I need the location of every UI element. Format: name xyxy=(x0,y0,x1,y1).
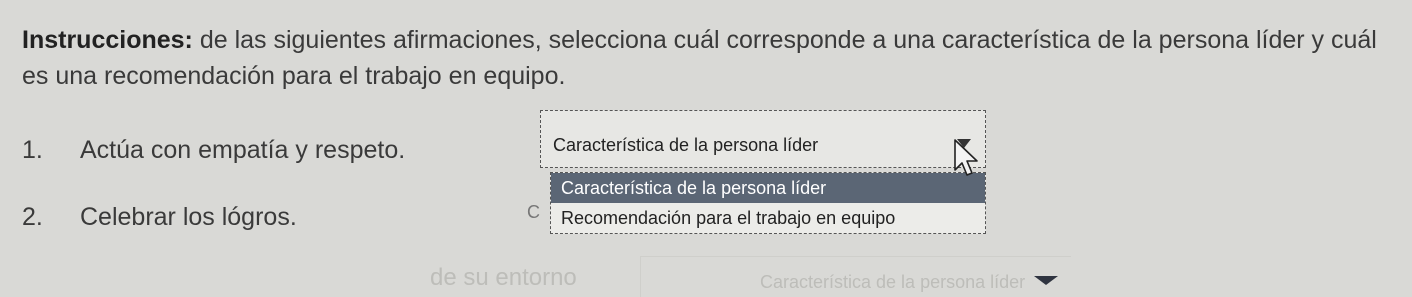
faded-text: de su entorno xyxy=(430,264,577,291)
answer-select-1[interactable]: Característica de la persona líder xyxy=(540,110,986,168)
select-value: Característica de la persona líder xyxy=(553,135,819,155)
select-2-partial-label[interactable]: C xyxy=(527,202,540,223)
instructions-label: Instrucciones: xyxy=(22,26,193,54)
dropdown-list[interactable]: Característica de la persona líder Recom… xyxy=(550,172,986,234)
triangle-down-icon[interactable] xyxy=(1034,276,1058,285)
instructions-text: de las siguientes afirmaciones, seleccio… xyxy=(22,26,1377,90)
question-text: Celebrar los lógros. xyxy=(80,203,297,231)
option-recomendacion[interactable]: Recomendación para el trabajo en equipo xyxy=(551,203,985,233)
question-1: 1. Actúa con empatía y respeto. xyxy=(22,136,405,165)
faded-select-value: Característica de la persona líder xyxy=(760,272,1026,292)
option-caracteristica[interactable]: Característica de la persona líder xyxy=(551,173,985,203)
instructions: Instrucciones: de las siguientes afirmac… xyxy=(22,22,1402,94)
question-number: 1. xyxy=(22,136,43,164)
question-number: 2. xyxy=(22,203,43,231)
question-2: 2. Celebrar los lógros. xyxy=(22,203,297,232)
question-text: Actúa con empatía y respeto. xyxy=(80,136,406,164)
mouse-pointer-icon xyxy=(954,139,978,176)
